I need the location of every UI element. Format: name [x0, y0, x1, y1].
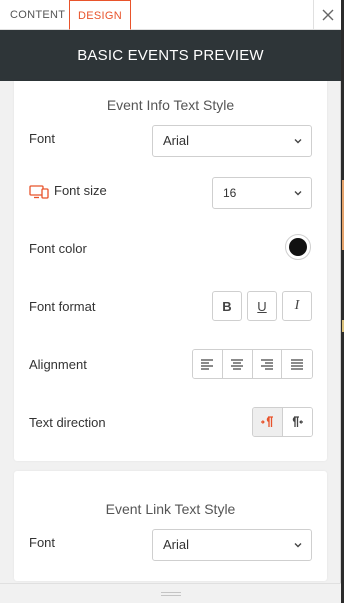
ltr-button[interactable]	[253, 408, 283, 436]
align-justify-button[interactable]	[282, 350, 312, 378]
close-button[interactable]	[313, 0, 341, 30]
underline-icon: U	[257, 298, 267, 314]
align-right-icon	[260, 359, 273, 370]
close-icon	[322, 9, 333, 21]
panel-header: BASIC EVENTS PREVIEW	[0, 30, 341, 81]
align-justify-icon	[291, 359, 304, 370]
text-direction-label: Text direction	[29, 415, 106, 430]
align-left-icon	[201, 359, 214, 370]
chevron-down-icon	[294, 191, 302, 196]
alignment-group	[192, 349, 313, 379]
text-direction-rtl-icon	[293, 416, 304, 427]
align-right-button[interactable]	[252, 350, 283, 378]
tab-bar: CONTENT DESIGN	[0, 0, 341, 30]
italic-icon: I	[294, 298, 300, 313]
font-format-label: Font format	[29, 299, 96, 314]
bold-button[interactable]: B	[212, 291, 242, 321]
align-center-button[interactable]	[222, 350, 253, 378]
underline-button[interactable]: U	[247, 291, 277, 321]
align-center-icon	[231, 359, 244, 370]
font-label: Font	[29, 131, 56, 146]
event-link-text-style-card: Event Link Text Style Font Arial	[14, 471, 327, 581]
font-label: Font	[29, 535, 56, 550]
font-select-value: Arial	[163, 133, 190, 148]
desktop-mobile-icon[interactable]	[29, 185, 49, 199]
drag-handle-icon	[160, 591, 181, 596]
section-title: Event Info Text Style	[106, 97, 235, 113]
text-direction-group	[252, 407, 313, 437]
event-info-text-style-card: Event Info Text Style Font Arial Font si…	[14, 81, 327, 461]
font-color-label: Font color	[29, 241, 87, 256]
text-direction-ltr-icon	[261, 416, 274, 427]
font-select[interactable]: Arial	[152, 529, 312, 561]
alignment-label: Alignment	[29, 357, 87, 372]
font-select-value: Arial	[163, 537, 190, 552]
font-select[interactable]: Arial	[152, 125, 312, 157]
tab-content[interactable]: CONTENT	[0, 0, 75, 30]
chevron-down-icon	[294, 139, 302, 144]
page-title: BASIC EVENTS PREVIEW	[77, 47, 264, 64]
bold-icon: B	[222, 298, 232, 314]
font-size-value: 16	[223, 186, 237, 200]
settings-panel: CONTENT DESIGN BASIC EVENTS PREVIEW Even…	[0, 0, 341, 603]
font-size-label: Font size	[54, 183, 107, 198]
section-title: Event Link Text Style	[105, 501, 236, 517]
font-size-select[interactable]: 16	[212, 177, 312, 209]
font-color-picker[interactable]	[285, 234, 311, 260]
rtl-button[interactable]	[282, 408, 312, 436]
chevron-down-icon	[294, 543, 302, 548]
tab-design[interactable]: DESIGN	[69, 0, 131, 30]
italic-button[interactable]: I	[282, 291, 312, 321]
color-dot	[289, 238, 307, 256]
resize-handle[interactable]	[0, 583, 341, 603]
align-left-button[interactable]	[193, 350, 223, 378]
